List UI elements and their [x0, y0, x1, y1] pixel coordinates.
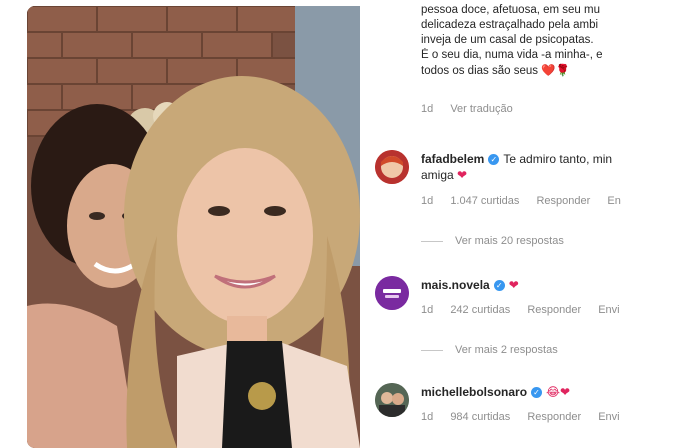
comment-text: fafadbelem ✓ Te admiro tanto, min [421, 151, 612, 167]
comment-age: 1d [421, 411, 434, 423]
view-more-replies-label: Ver mais 2 respostas [455, 344, 558, 356]
comment-text: michellebolsonaro ✓ 😂❤ [421, 384, 570, 400]
laugh-heart-emoji: 😂❤ [546, 385, 571, 399]
reply-button[interactable]: Responder [527, 304, 581, 316]
comment-username[interactable]: mais.novela [421, 278, 490, 292]
replies-divider [421, 240, 443, 242]
comment-text-continued: amiga ❤ [421, 167, 467, 183]
post-caption: pessoa doce, afetuosa, em seu mu delicad… [421, 3, 696, 79]
comment-age: 1d [421, 195, 434, 207]
view-more-replies[interactable]: Ver mais 2 respostas [421, 344, 558, 356]
comment-body-continued: amiga [421, 168, 454, 182]
verified-icon: ✓ [531, 387, 543, 399]
heart-emoji: ❤ [457, 168, 468, 182]
comment-body: Te admiro tanto, min [503, 152, 613, 166]
avatar-fafadbelem[interactable] [375, 150, 409, 184]
caption-line: todos os dias são seus ❤️🌹 [421, 63, 696, 79]
caption-meta: 1d Ver tradução [421, 103, 527, 115]
avatar-mais-novela[interactable] [375, 276, 409, 310]
selfie-image [27, 6, 360, 448]
avatar-image [375, 383, 409, 417]
caption-line: É o seu dia, numa vida -a minha-, e [421, 49, 603, 61]
view-more-replies-label: Ver mais 20 respostas [455, 235, 564, 247]
send-button[interactable]: Envi [598, 304, 619, 316]
replies-divider [421, 349, 443, 351]
verified-icon: ✓ [493, 280, 505, 292]
caption-line: delicadeza estraçalhado pela ambi [421, 19, 599, 31]
caption-age: 1d [421, 103, 434, 115]
post-photo [27, 6, 360, 448]
reply-button[interactable]: Responder [527, 411, 581, 423]
send-button[interactable]: Envi [598, 411, 619, 423]
comment-age: 1d [421, 304, 434, 316]
comment-meta: 1d 984 curtidas Responder Envi [421, 411, 634, 423]
reply-button[interactable]: Responder [536, 195, 590, 207]
comment-meta: 1d 1.047 curtidas Responder En [421, 195, 635, 207]
comment-meta: 1d 242 curtidas Responder Envi [421, 304, 634, 316]
comment-likes[interactable]: 1.047 curtidas [450, 195, 519, 207]
view-more-replies[interactable]: Ver mais 20 respostas [421, 235, 564, 247]
heart-emoji: ❤ [508, 278, 519, 292]
send-button[interactable]: En [607, 195, 620, 207]
avatar-image [375, 150, 409, 184]
comment-text: mais.novela ✓ ❤ [421, 277, 519, 293]
comment-likes[interactable]: 984 curtidas [450, 411, 510, 423]
heart-rose-emoji: ❤️🌹 [541, 63, 570, 77]
comment-username[interactable]: fafadbelem [421, 152, 484, 166]
comment-username[interactable]: michellebolsonaro [421, 385, 527, 399]
caption-line: pessoa doce, afetuosa, em seu mu [421, 4, 600, 16]
avatar-image [375, 276, 409, 310]
translate-link[interactable]: Ver tradução [450, 103, 512, 115]
caption-line-text: todos os dias são seus [421, 65, 538, 77]
caption-line: inveja de um casal de psicopatas. [421, 34, 594, 46]
avatar-michellebolsonaro[interactable] [375, 383, 409, 417]
comment-likes[interactable]: 242 curtidas [450, 304, 510, 316]
comments-panel: pessoa doce, afetuosa, em seu mu delicad… [360, 0, 696, 448]
verified-icon: ✓ [488, 154, 500, 166]
